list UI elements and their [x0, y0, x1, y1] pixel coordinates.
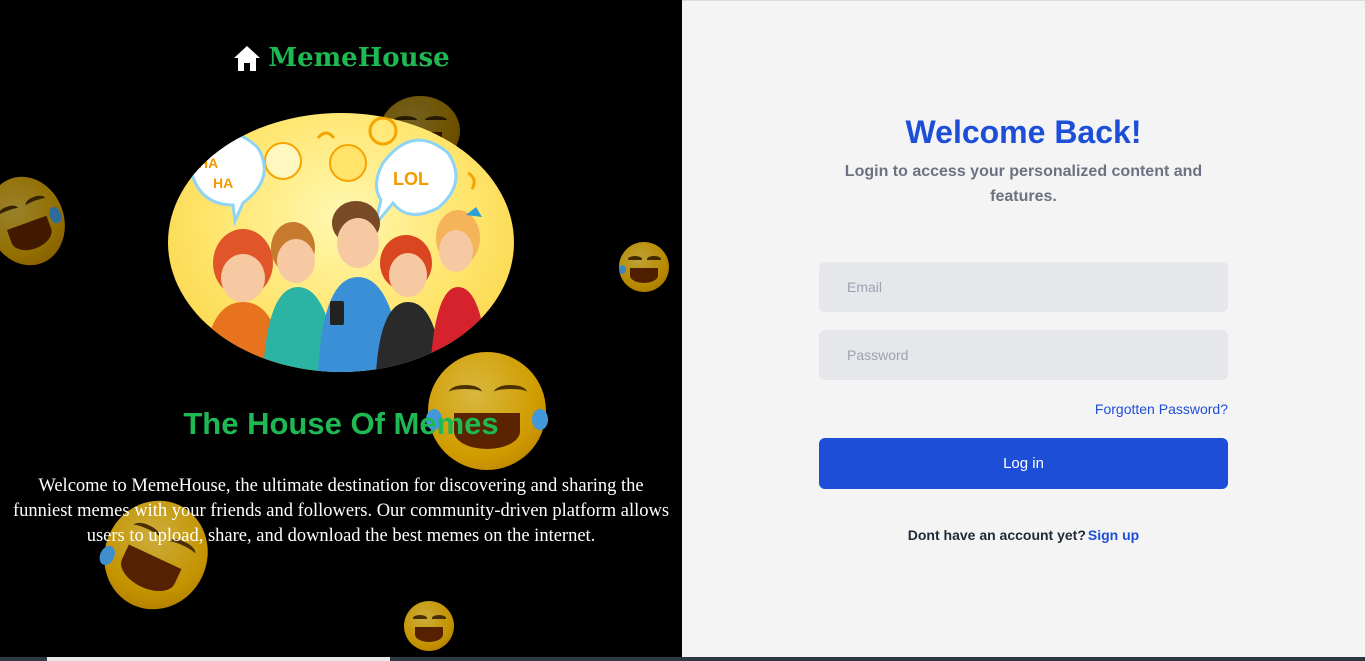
- forgot-password-link[interactable]: Forgotten Password?: [1095, 401, 1228, 417]
- hero-panel: MemeHouse HA HA LOL The House Of Memes W…: [0, 0, 682, 657]
- bubble-left-text: HA: [198, 155, 218, 171]
- laughing-emoji-icon: [619, 242, 669, 292]
- hero-illustration: HA HA LOL: [168, 113, 514, 372]
- page-title: Welcome Back!: [905, 114, 1142, 150]
- bubble-right-text: LOL: [393, 169, 429, 189]
- laughing-emoji-icon: [0, 165, 78, 277]
- signup-prompt: Dont have an account yet? Sign up: [682, 527, 1365, 543]
- email-field[interactable]: [819, 262, 1228, 312]
- hero-headline: The House Of Memes: [183, 406, 499, 441]
- laughing-emoji-icon: [404, 601, 454, 651]
- home-icon: [232, 43, 262, 73]
- hero-intro: Welcome to MemeHouse, the ultimate desti…: [12, 476, 670, 546]
- password-field[interactable]: [819, 330, 1228, 380]
- horizontal-scrollbar[interactable]: [0, 657, 1365, 661]
- page-subtitle: Login to access your personalized conten…: [844, 163, 1203, 205]
- brand-name: MemeHouse: [268, 43, 450, 73]
- login-button[interactable]: Log in: [819, 438, 1228, 489]
- brand-logo: MemeHouse: [0, 43, 682, 73]
- scrollbar-thumb[interactable]: [47, 657, 390, 661]
- signup-link[interactable]: Sign up: [1088, 527, 1139, 543]
- no-account-text: Dont have an account yet?: [907, 527, 1086, 543]
- login-panel: Welcome Back! Login to access your perso…: [682, 0, 1365, 657]
- svg-text:HA: HA: [213, 175, 233, 191]
